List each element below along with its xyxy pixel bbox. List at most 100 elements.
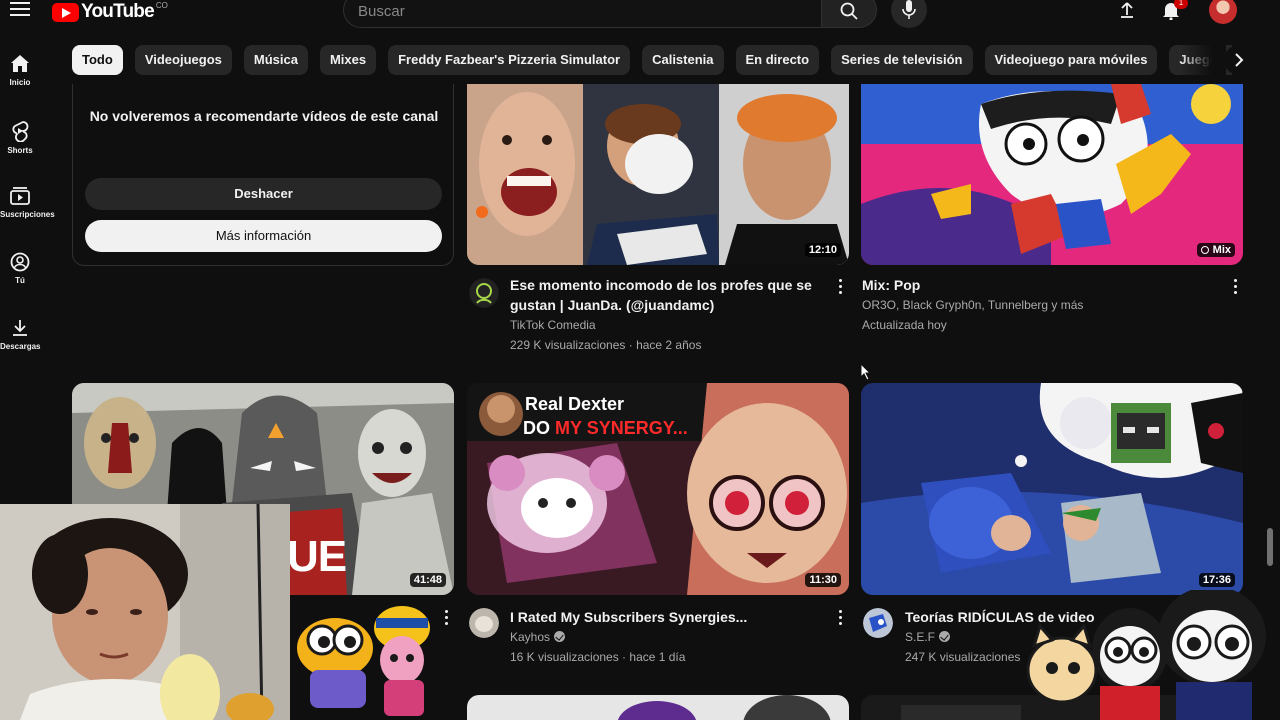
notification-count-badge: 1 bbox=[1174, 0, 1188, 9]
channel-avatar-sef[interactable] bbox=[863, 608, 893, 638]
channel-name[interactable]: S.E.F bbox=[905, 627, 951, 647]
video-stats: 247 K visualizaciones bbox=[905, 650, 1021, 664]
thumbnail-image bbox=[861, 84, 1243, 265]
chip-fnaf-pizzeria[interactable]: Freddy Fazbear's Pizzeria Simulator bbox=[388, 45, 631, 75]
sidebar-label-shorts: Shorts bbox=[7, 146, 33, 155]
video-duration: 41:48 bbox=[409, 573, 446, 587]
more-actions-icon[interactable] bbox=[443, 610, 449, 626]
mix-badge-label: Mix bbox=[1212, 244, 1231, 256]
sidebar-item-inicio[interactable]: Inicio bbox=[0, 54, 40, 87]
logo-country-code: CO bbox=[155, 1, 168, 10]
mix-icon bbox=[1200, 246, 1209, 254]
video-title-juanda[interactable]: Ese momento incomodo de los profes que s… bbox=[510, 275, 830, 315]
video-duration: 11:30 bbox=[805, 573, 841, 587]
video-thumbnail-sef[interactable]: 17:36 bbox=[861, 383, 1243, 595]
sidebar-item-suscripciones[interactable]: Suscripciones bbox=[0, 186, 55, 219]
more-actions-icon[interactable] bbox=[837, 279, 843, 295]
mix-badge: Mix bbox=[1196, 243, 1235, 257]
thumbnail-text-line-1: Real Dexter bbox=[525, 393, 624, 415]
chip-mixes[interactable]: Mixes bbox=[319, 45, 377, 75]
sidebar-item-descargas[interactable]: Descargas bbox=[0, 318, 40, 351]
chip-videojuego-moviles[interactable]: Videojuego para móviles bbox=[984, 45, 1158, 75]
webcam-image bbox=[0, 504, 290, 720]
thumbnail-image bbox=[467, 84, 849, 265]
notice-message: No volveremos a recomendarte vídeos de e… bbox=[89, 108, 439, 124]
video-title-line-1: Ese momento incomodo de los profes que s… bbox=[510, 277, 812, 293]
home-icon bbox=[11, 55, 29, 72]
video-thumbnail-next-row[interactable] bbox=[467, 695, 849, 720]
menu-icon[interactable] bbox=[10, 2, 30, 18]
sidebar-label-descargas: Descargas bbox=[0, 342, 41, 351]
logo-text: YouTube bbox=[81, 1, 155, 22]
voice-search-button[interactable] bbox=[891, 0, 927, 28]
video-stats: 16 K visualizaciones · hace 1 día bbox=[510, 650, 686, 664]
mouse-pointer-icon bbox=[860, 363, 872, 381]
video-thumbnail-mix-pop[interactable]: Mix bbox=[861, 84, 1243, 265]
page-scrollbar-thumb[interactable] bbox=[1267, 528, 1273, 566]
verified-icon bbox=[939, 631, 951, 642]
filter-chips-bar: Todo Videojuegos Música Mixes Freddy Faz… bbox=[72, 45, 1232, 75]
avatar-image bbox=[469, 608, 499, 638]
search-input[interactable]: Buscar bbox=[343, 0, 821, 28]
search-icon bbox=[840, 2, 858, 20]
video-thumbnail-juanda[interactable]: 12:10 bbox=[467, 84, 849, 265]
chip-todo[interactable]: Todo bbox=[72, 45, 123, 75]
video-title-kayhos[interactable]: I Rated My Subscribers Synergies... bbox=[510, 607, 747, 627]
avatar-image bbox=[470, 279, 498, 307]
thumbnail-text-do: DO bbox=[523, 418, 556, 438]
video-stats: 229 K visualizaciones · hace 2 años bbox=[510, 338, 702, 352]
channel-name[interactable]: Kayhos bbox=[510, 627, 566, 647]
chevron-right-icon bbox=[1235, 53, 1244, 67]
thumbnail-text-synergy: MY SYNERGY... bbox=[555, 418, 688, 438]
video-thumbnail-kayhos[interactable]: Real Dexter DO MY SYNERGY... 11:30 bbox=[467, 383, 849, 595]
chips-fade bbox=[1180, 45, 1226, 75]
account-avatar[interactable] bbox=[1209, 0, 1237, 24]
sidebar-label-tu: Tú bbox=[15, 276, 25, 285]
sidebar-item-tu[interactable]: Tú bbox=[0, 252, 40, 285]
sidebar-label-inicio: Inicio bbox=[9, 78, 31, 87]
cartoon-characters-overlay bbox=[1026, 586, 1280, 720]
microphone-icon bbox=[902, 0, 916, 19]
undo-button[interactable]: Deshacer bbox=[85, 178, 442, 210]
cartoon-image bbox=[1026, 586, 1266, 720]
thumbnail-text-real-dexter: Real Dexter bbox=[525, 394, 625, 414]
verified-icon bbox=[554, 631, 566, 642]
channel-avatar-kayhos[interactable] bbox=[469, 608, 499, 638]
subscriptions-icon bbox=[10, 187, 30, 205]
chip-videojuegos[interactable]: Videojuegos bbox=[134, 45, 232, 75]
brawl-stars-sticker-overlay bbox=[290, 598, 436, 720]
more-actions-icon[interactable] bbox=[837, 610, 843, 626]
download-icon bbox=[13, 320, 27, 336]
youtube-play-icon bbox=[52, 2, 79, 22]
thumbnail-image bbox=[467, 695, 849, 720]
thumbnail-image bbox=[861, 383, 1243, 595]
more-info-button[interactable]: Más información bbox=[85, 220, 442, 252]
sticker-image bbox=[297, 606, 430, 716]
channel-name-text: Kayhos bbox=[510, 630, 551, 644]
chip-musica[interactable]: Música bbox=[243, 45, 308, 75]
channel-name-text: S.E.F bbox=[905, 630, 936, 644]
youtube-logo[interactable]: YouTube CO bbox=[52, 1, 168, 23]
webcam-overlay bbox=[0, 504, 290, 720]
search-placeholder: Buscar bbox=[358, 3, 405, 20]
channel-avatar-tiktok-comedia[interactable] bbox=[469, 278, 499, 308]
video-title-line-2: gustan | JuanDa. (@juandamc) bbox=[510, 297, 715, 313]
masthead: YouTube CO Buscar 1 bbox=[0, 0, 1280, 30]
video-duration: 12:10 bbox=[804, 243, 841, 257]
shorts-icon bbox=[12, 121, 29, 142]
more-actions-icon[interactable] bbox=[1232, 279, 1238, 295]
channel-name[interactable]: TikTok Comedia bbox=[510, 315, 596, 335]
dismissed-channel-notice: No volveremos a recomendarte vídeos de e… bbox=[72, 84, 454, 266]
upload-icon[interactable] bbox=[1118, 1, 1136, 19]
chip-series-tv[interactable]: Series de televisión bbox=[831, 45, 973, 75]
you-icon bbox=[10, 252, 30, 272]
thumbnail-text: UE bbox=[287, 532, 347, 581]
search-button[interactable] bbox=[821, 0, 877, 28]
sidebar-item-shorts[interactable]: Shorts bbox=[0, 120, 40, 155]
video-title-mix-pop[interactable]: Mix: Pop bbox=[862, 275, 920, 295]
chip-calistenia[interactable]: Calistenia bbox=[642, 45, 724, 75]
mix-artists: OR3O, Black Gryph0n, Tunnelberg y más bbox=[862, 298, 1084, 312]
chip-en-directo[interactable]: En directo bbox=[735, 45, 820, 75]
chips-next-button[interactable] bbox=[1224, 45, 1254, 75]
avatar-image bbox=[863, 608, 893, 638]
